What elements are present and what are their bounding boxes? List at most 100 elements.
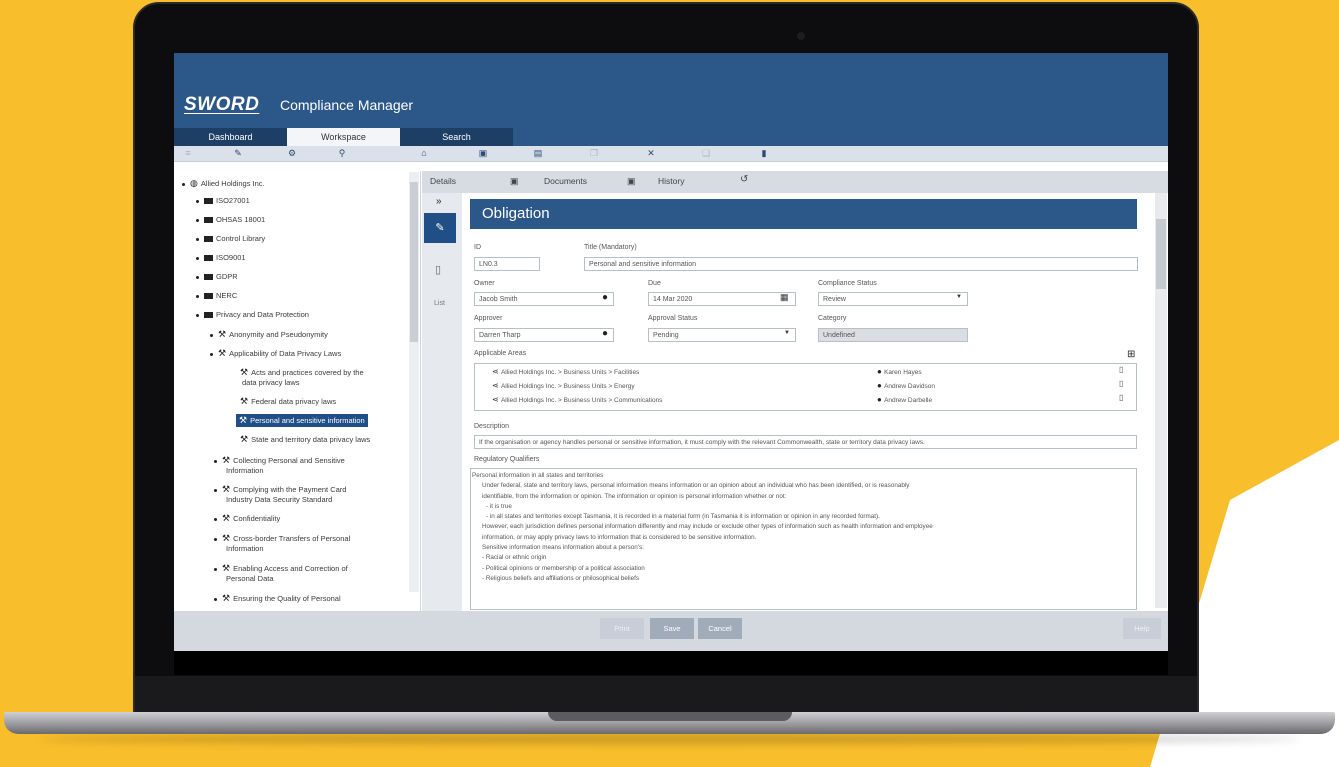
owner-field[interactable]: Jacob Smith	[474, 292, 614, 306]
tree-node-folder[interactable]: NERC	[196, 291, 237, 300]
list-item[interactable]: ⋖ Allied Holdings Inc. > Business Units …	[492, 367, 639, 376]
delete-x-icon[interactable]: ✕	[645, 148, 657, 159]
wrench-icon: ⚒	[240, 434, 249, 444]
trash-icon[interactable]: ▮	[758, 148, 770, 159]
help-button[interactable]: Help	[1123, 618, 1161, 639]
wrench-icon: ⚒	[222, 593, 231, 603]
wrench-icon: ⚒	[240, 367, 249, 377]
save-icon[interactable]: ▣	[477, 148, 489, 159]
form-header: Obligation	[470, 199, 1137, 229]
app-screen: SWORD Compliance Manager Dashboard Works…	[174, 53, 1168, 675]
tree-node-obligation[interactable]: ⚒ State and territory data privacy laws	[240, 434, 370, 445]
cancel-button[interactable]: Cancel	[698, 618, 742, 639]
tree-node-folder[interactable]: ISO9001	[196, 253, 246, 262]
tab-workspace[interactable]: Workspace	[287, 128, 400, 146]
list-item[interactable]: ⋖ Allied Holdings Inc. > Business Units …	[492, 395, 662, 404]
panel-tabs: Details ▣ Documents ▣ History ↺	[422, 171, 1168, 193]
folder-icon	[204, 293, 213, 300]
tree-node-obligation[interactable]: ⚒ Cross-border Transfers of Personal	[214, 533, 350, 544]
collapse-icon[interactable]: »	[436, 196, 442, 207]
tree-node-folder[interactable]: GDPR	[196, 272, 238, 281]
laptop-notch	[548, 712, 792, 721]
tab-search[interactable]: Search	[400, 128, 513, 146]
gear-icon[interactable]: ⚙	[286, 148, 298, 159]
approver-label: Approver	[474, 315, 503, 322]
pin-icon[interactable]: ⚲	[336, 148, 348, 159]
tree-node-obligation[interactable]: ⚒ Complying with the Payment Card	[214, 484, 346, 495]
wrench-icon: ⚒	[239, 415, 248, 425]
tree-node-folder[interactable]: Privacy and Data Protection	[196, 310, 309, 319]
wrench-icon: ⚒	[222, 484, 231, 494]
globe-icon: ◍	[190, 178, 198, 188]
tree-node-obligation[interactable]: ⚒ Acts and practices covered by the	[240, 367, 364, 378]
add-icon[interactable]: ⊞	[1127, 349, 1135, 360]
title-label: Title (Mandatory)	[584, 244, 637, 251]
brand-logo: SWORD	[184, 94, 260, 115]
tree-node-obligation[interactable]: ⚒ Enabling Access and Correction of	[214, 563, 348, 574]
tree-node-obligation[interactable]: ⚒ Collecting Personal and Sensitive	[214, 455, 345, 466]
wrench-icon: ⚒	[218, 348, 227, 358]
trash-icon[interactable]: ▯	[1119, 365, 1123, 374]
undo-icon[interactable]: ↺	[740, 174, 748, 185]
menu-icon[interactable]: ≡	[182, 148, 194, 158]
folder-icon	[204, 255, 213, 262]
tree-node-obligation[interactable]: ⚒ Applicability of Data Privacy Laws	[210, 348, 341, 359]
wrench-icon[interactable]: ✎	[232, 148, 244, 159]
trash-icon[interactable]: ▯	[1119, 393, 1123, 402]
print-button[interactable]: Print	[600, 618, 644, 639]
obligation-wrench-button[interactable]: ✎	[424, 213, 456, 243]
copy-icon[interactable]: ❐	[588, 148, 600, 159]
tree-node-folder[interactable]: Control Library	[196, 234, 265, 243]
title-field[interactable]: Personal and sensitive information	[584, 257, 1138, 271]
folder-icon	[204, 217, 213, 224]
tree-scrollbar-thumb[interactable]	[410, 182, 418, 342]
tree-node-continued: data privacy laws	[242, 378, 300, 387]
document-icon[interactable]: ▤	[532, 148, 544, 159]
tree-node-root[interactable]: ◍ Allied Holdings Inc.	[182, 178, 265, 189]
chevron-down-icon: ▼	[956, 294, 962, 300]
clone-icon[interactable]: ❏	[700, 148, 712, 159]
wrench-icon: ✎	[435, 222, 445, 234]
tab-documents[interactable]: Documents	[544, 176, 587, 186]
folder-icon	[204, 236, 213, 243]
list-item[interactable]: ⋖ Allied Holdings Inc. > Business Units …	[492, 381, 635, 390]
trash-icon[interactable]: ▯	[1119, 379, 1123, 388]
user-icon[interactable]: ●	[602, 328, 608, 339]
calendar-icon[interactable]: ▦	[780, 292, 789, 303]
chevron-down-icon: ▼	[784, 330, 790, 336]
nav-tabs: Dashboard Workspace Search	[174, 128, 513, 146]
save-button[interactable]: Save	[650, 618, 694, 639]
wrench-icon: ⚒	[222, 533, 231, 543]
tree-node-folder[interactable]: OHSAS 18001	[196, 215, 265, 224]
id-field[interactable]: LN0.3	[474, 257, 540, 271]
tree-node-selected[interactable]: ⚒ Personal and sensitive information	[236, 414, 368, 427]
inbox-icon[interactable]: ⌂	[418, 148, 430, 158]
tab-history[interactable]: History	[658, 176, 684, 186]
clipboard-icon[interactable]: ▯	[435, 263, 441, 276]
tree-node-obligation[interactable]: ⚒ Ensuring the Quality of Personal	[214, 593, 341, 604]
tree-node-continued: Personal Data	[226, 574, 274, 583]
compliance-status-select[interactable]: Review	[818, 292, 968, 306]
tree-node-continued: Information	[226, 544, 264, 553]
list-label[interactable]: List	[434, 300, 445, 307]
folder-icon	[204, 312, 213, 319]
category-label: Category	[818, 315, 847, 322]
tree-node-obligation[interactable]: ⚒ Confidentiality	[214, 513, 280, 524]
tree-node-obligation[interactable]: ⚒ Federal data privacy laws	[240, 396, 336, 407]
form-scrollbar-thumb[interactable]	[1156, 219, 1166, 289]
camera-icon	[797, 32, 805, 40]
compliance-status-label: Compliance Status	[818, 280, 877, 287]
description-field[interactable]: If the organisation or agency handles pe…	[474, 435, 1137, 449]
owner-label: Owner	[474, 280, 495, 287]
user-icon[interactable]: ●	[602, 292, 608, 303]
area-owner: ● Andrew Davidson	[877, 381, 936, 390]
due-date-field[interactable]: 14 Mar 2020	[648, 292, 796, 306]
approver-field[interactable]: Darren Tharp	[474, 328, 614, 342]
tree-node-obligation[interactable]: ⚒ Anonymity and Pseudonymity	[210, 329, 328, 340]
approval-status-select[interactable]: Pending	[648, 328, 796, 342]
tree-node-folder[interactable]: ISO27001	[196, 196, 250, 205]
tab-dashboard[interactable]: Dashboard	[174, 128, 287, 146]
folder-icon	[204, 274, 213, 281]
tab-details[interactable]: Details	[430, 176, 456, 186]
screen-bottom-edge	[174, 651, 1168, 675]
